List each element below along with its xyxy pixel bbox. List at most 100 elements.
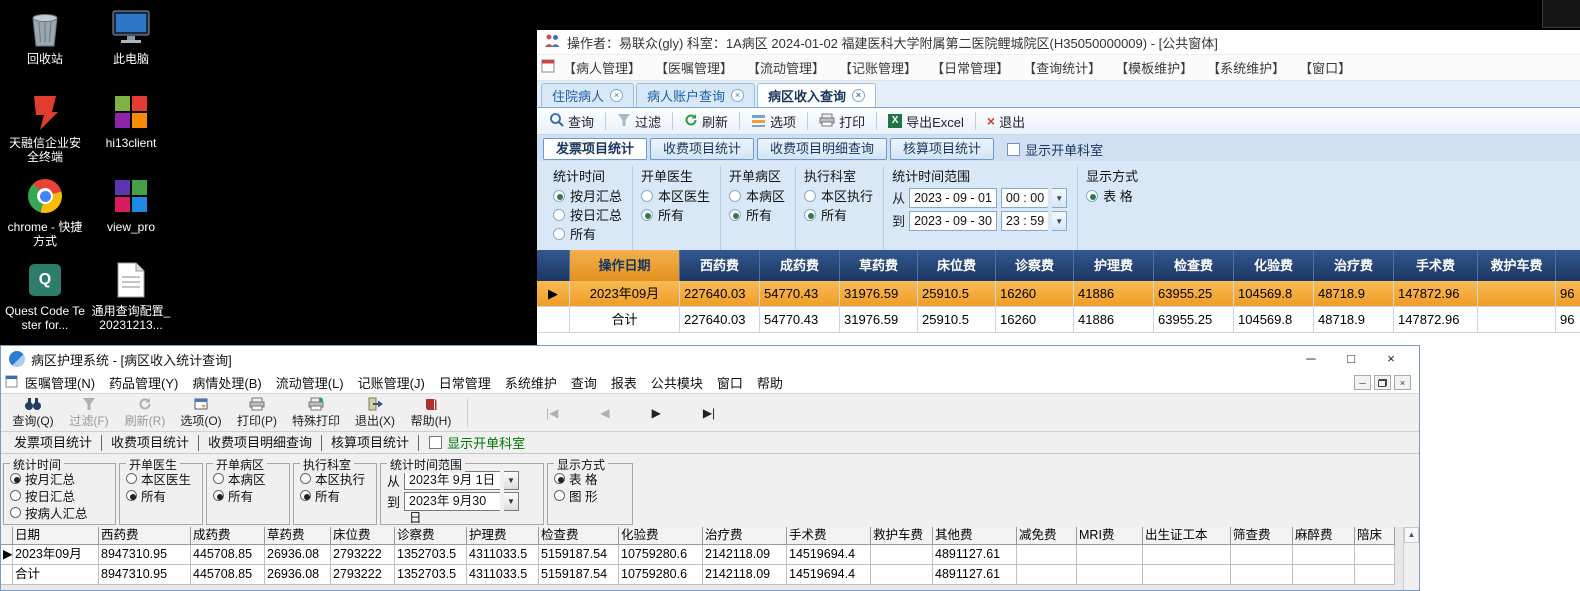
value-cell[interactable]: 31976.59	[840, 281, 918, 307]
column-header[interactable]: 草药费	[265, 527, 331, 545]
value-cell[interactable]	[1478, 307, 1556, 333]
menu-item-drugs[interactable]: 药品管理(Y)	[102, 372, 185, 393]
value-cell[interactable]: 54770.43	[760, 307, 840, 333]
value-cell[interactable]	[1293, 565, 1355, 585]
menu-item-query-stats[interactable]: 【查询统计】	[1017, 56, 1107, 79]
value-cell[interactable]: 5159187.54	[539, 565, 619, 585]
value-cell[interactable]	[1017, 545, 1077, 565]
value-cell[interactable]: 26936.08	[265, 565, 331, 585]
menu-item-billing[interactable]: 【记账管理】	[833, 56, 923, 79]
desktop-icon-query-config[interactable]: 通用查询配置_20231213...	[88, 254, 174, 338]
refresh-button[interactable]: 刷新	[678, 110, 734, 133]
desktop-icon-this-pc[interactable]: 此电脑	[88, 2, 174, 86]
subtab-charge-item-detail-query[interactable]: 收费项目明细查询	[199, 434, 323, 451]
column-header[interactable]: 操作日期	[570, 250, 680, 281]
value-cell[interactable]: 41886	[1074, 281, 1154, 307]
value-cell[interactable]: 445708.85	[191, 545, 265, 565]
menu-item-help[interactable]: 帮助	[750, 372, 790, 393]
close-tab-icon[interactable]: ×	[610, 89, 624, 102]
radio-ward-exec[interactable]: 本区执行	[804, 186, 873, 205]
value-cell[interactable]	[1231, 545, 1293, 565]
menu-item-system[interactable]: 【系统维护】	[1201, 56, 1291, 79]
column-header[interactable]: 诊察费	[996, 250, 1074, 281]
print-button[interactable]: 打印(P)	[229, 395, 285, 431]
subtab-charge-item-stats[interactable]: 收费项目统计	[650, 138, 755, 160]
desktop-icon-hi13client[interactable]: hi13client	[88, 86, 174, 170]
last-record-button[interactable]: ▶|	[703, 406, 715, 420]
radio-all-time[interactable]: 所有	[553, 224, 622, 243]
column-header[interactable]: 减免费	[1017, 527, 1077, 545]
menu-item-orders[interactable]: 医嘱管理(N)	[18, 372, 102, 393]
value-cell[interactable]: 26936.08	[265, 545, 331, 565]
column-header[interactable]: 化验费	[1234, 250, 1314, 281]
radio-all-exec[interactable]: 所有	[804, 205, 873, 224]
filter-button[interactable]: 过滤	[611, 110, 667, 133]
value-cell[interactable]: 48718.9	[1314, 281, 1394, 307]
value-cell[interactable]: 25910.5	[918, 281, 996, 307]
value-cell[interactable]: 104569.8	[1234, 281, 1314, 307]
column-header[interactable]: 陪床	[1355, 527, 1395, 545]
radio-ward-doctor[interactable]: 本区医生	[641, 186, 710, 205]
exit-button[interactable]: × 退出	[981, 110, 1031, 133]
column-header[interactable]: 手术费	[1394, 250, 1478, 281]
value-cell[interactable]: 2142118.09	[703, 565, 787, 585]
value-cell[interactable]	[1077, 545, 1143, 565]
value-cell[interactable]: 10759280.6	[619, 565, 703, 585]
radio-monthly-summary[interactable]: 按月汇总	[553, 186, 622, 205]
menu-item-window[interactable]: 【窗口】	[1293, 56, 1357, 79]
value-cell[interactable]: 14519694.4	[787, 545, 871, 565]
value-cell[interactable]: 1352703.5	[395, 545, 467, 565]
dropdown-arrow-icon[interactable]: ▼	[1052, 210, 1068, 231]
table-row[interactable]: ▶ 2023年09月 227640.03 54770.43 31976.59 25910.…	[537, 281, 1580, 307]
query-button[interactable]: 查询(Q)	[5, 395, 61, 431]
to-time-input[interactable]: 23 : 59	[1000, 210, 1049, 231]
dropdown-arrow-icon[interactable]: ▼	[1052, 187, 1068, 208]
value-cell[interactable]	[1143, 545, 1231, 565]
value-cell[interactable]: 14519694.4	[787, 565, 871, 585]
value-cell[interactable]: 48718.9	[1314, 307, 1394, 333]
radio-all-doctors[interactable]: 所有	[126, 487, 196, 504]
menu-item-system[interactable]: 系统维护	[498, 372, 564, 393]
value-cell[interactable]: 5159187.54	[539, 545, 619, 565]
value-cell[interactable]: 147872.96	[1394, 281, 1478, 307]
column-header[interactable]: 西药费	[680, 250, 760, 281]
column-header[interactable]: 救护车费	[871, 527, 933, 545]
row-label-cell[interactable]: 合计	[570, 307, 680, 333]
menu-item-orders[interactable]: 【医嘱管理】	[649, 56, 739, 79]
mdi-close-button[interactable]: ×	[1394, 375, 1411, 390]
radio-this-ward[interactable]: 本病区	[729, 186, 785, 205]
column-header[interactable]: 筛查费	[1231, 527, 1293, 545]
value-cell[interactable]	[1017, 565, 1077, 585]
desktop-icon-quest-code-tester[interactable]: Q Quest Code Tester for...	[2, 254, 88, 338]
show-ordering-dept-checkbox[interactable]: 显示开单科室	[1007, 140, 1103, 159]
from-date-input[interactable]: 2023 - 09 - 01	[909, 187, 997, 208]
value-cell[interactable]: 25910.5	[918, 307, 996, 333]
radio-daily-summary[interactable]: 按日汇总	[10, 487, 109, 504]
column-header[interactable]: 手术费	[787, 527, 871, 545]
column-header[interactable]: 床位费	[331, 527, 395, 545]
radio-all-wards[interactable]: 所有	[729, 205, 785, 224]
value-cell[interactable]	[871, 545, 933, 565]
column-header[interactable]: 其他费	[933, 527, 1017, 545]
menu-item-billing[interactable]: 记账管理(J)	[351, 372, 432, 393]
exit-button[interactable]: 退出(X)	[347, 395, 403, 431]
radio-all-wards[interactable]: 所有	[213, 487, 283, 504]
value-cell[interactable]: 54770.43	[760, 281, 840, 307]
subtab-charge-item-stats[interactable]: 收费项目统计	[102, 434, 200, 451]
value-cell[interactable]: 1352703.5	[395, 565, 467, 585]
value-cell[interactable]	[1478, 281, 1556, 307]
mdi-minimize-button[interactable]: ─	[1354, 375, 1371, 390]
value-cell[interactable]: 4891127.61	[933, 545, 1017, 565]
desktop-icon-view-pro[interactable]: view_pro	[88, 170, 174, 254]
desktop-icon-recycle-bin[interactable]: 回收站	[2, 2, 88, 86]
column-header[interactable]: 草药费	[840, 250, 918, 281]
desktop-icon-topsec[interactable]: 天融信企业安全终端	[2, 86, 88, 170]
subtab-invoice-item-stats[interactable]: 发票项目统计	[5, 434, 103, 451]
vertical-scrollbar[interactable]: ▲	[1403, 527, 1419, 590]
next-record-button[interactable]: ▶	[652, 406, 661, 420]
close-button[interactable]: ×	[1371, 347, 1411, 371]
menu-item-query[interactable]: 查询	[564, 372, 604, 393]
value-cell[interactable]: 147872.96	[1394, 307, 1478, 333]
column-header[interactable]: 检查费	[1154, 250, 1234, 281]
value-cell[interactable]: 4311033.5	[467, 565, 539, 585]
